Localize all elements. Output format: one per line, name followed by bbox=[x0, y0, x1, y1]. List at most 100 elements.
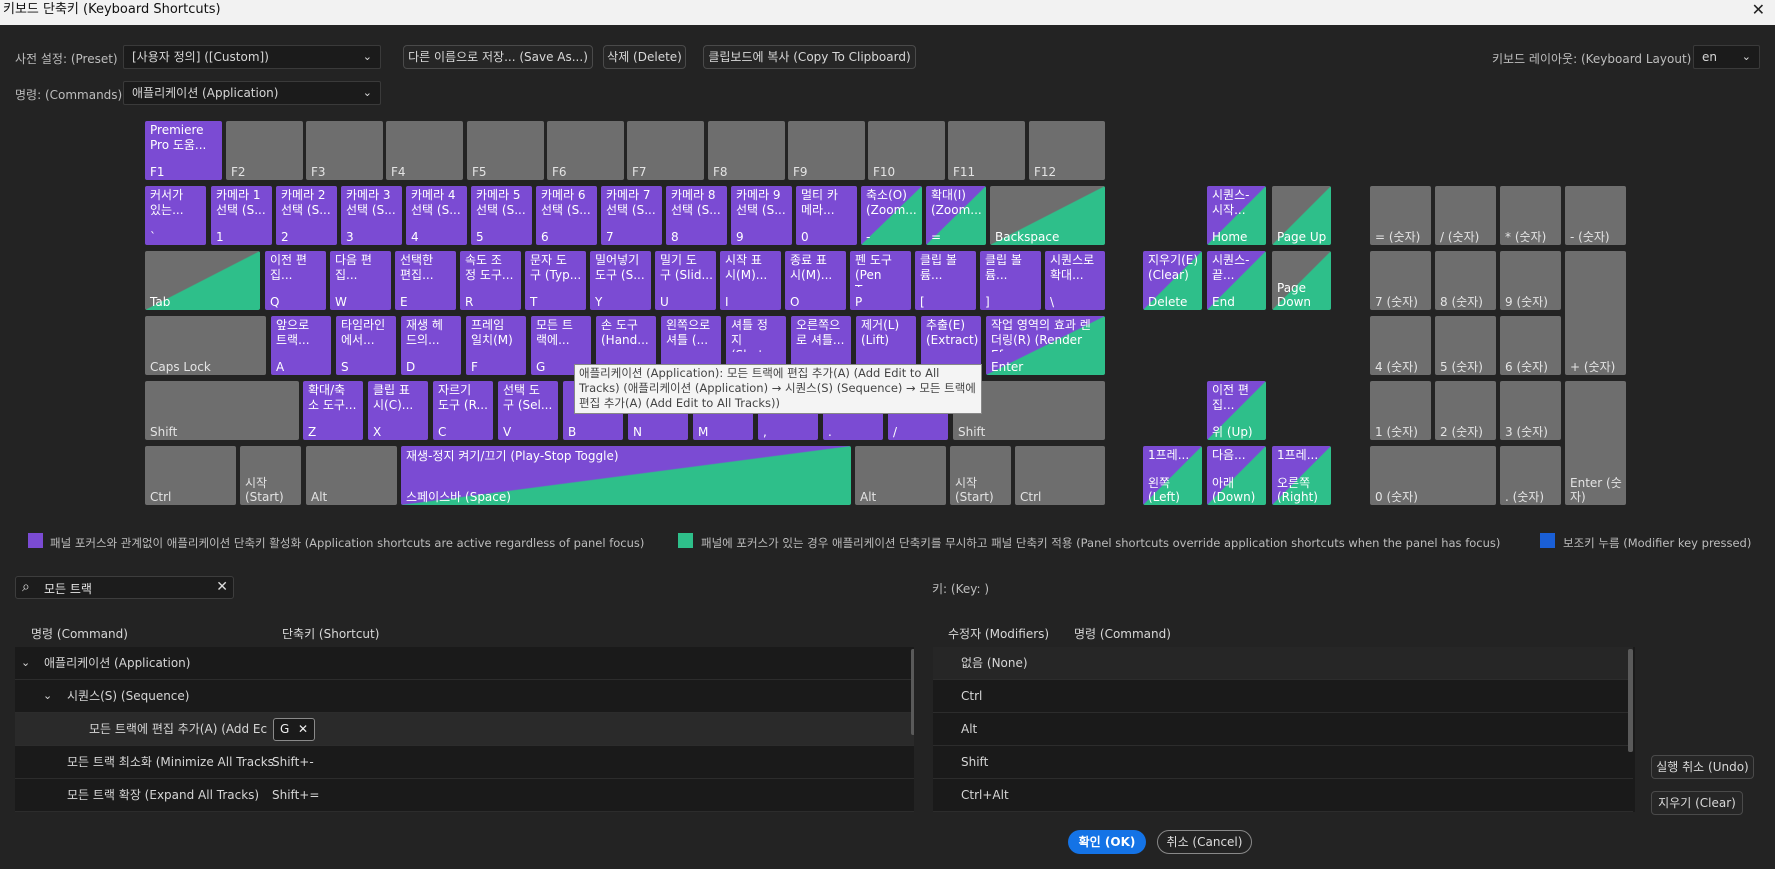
key-caps[interactable]: Caps Lock bbox=[145, 316, 266, 375]
modifier-row[interactable]: Ctrl+Alt bbox=[933, 779, 1633, 812]
key-k8[interactable]: 카메라 8 선택 (S... 8 bbox=[666, 186, 727, 245]
chevron-down-icon[interactable]: ⌄ bbox=[43, 680, 52, 712]
chevron-down-icon[interactable]: ⌄ bbox=[21, 647, 30, 679]
key-np2[interactable]: 2 (숫자) bbox=[1435, 381, 1496, 440]
table-row[interactable]: ⌄ 시퀀스(S) (Sequence) bbox=[15, 680, 914, 713]
search-input[interactable] bbox=[44, 579, 204, 597]
key-home[interactable]: 시퀀스- 시작... Home bbox=[1207, 186, 1266, 245]
key-np8[interactable]: 8 (숫자) bbox=[1435, 251, 1496, 310]
key-k7[interactable]: 카메라 7 선택 (S... 7 bbox=[601, 186, 662, 245]
modifier-row[interactable]: 없음 (None) bbox=[933, 647, 1633, 680]
key-k3[interactable]: 카메라 3 선택 (S... 3 bbox=[341, 186, 402, 245]
key-r[interactable]: 속도 조 정 도구... R bbox=[460, 251, 521, 310]
key-f8[interactable]: F8 bbox=[708, 121, 785, 180]
key-f7[interactable]: F7 bbox=[627, 121, 704, 180]
key-np5[interactable]: 5 (숫자) bbox=[1435, 316, 1496, 375]
key-grave[interactable]: 커서가 있는... ` bbox=[145, 186, 206, 245]
key-np1[interactable]: 1 (숫자) bbox=[1370, 381, 1431, 440]
key-f9[interactable]: F9 bbox=[788, 121, 865, 180]
key-k4[interactable]: 카메라 4 선택 (S... 4 bbox=[406, 186, 467, 245]
key-down[interactable]: 다음... 아래 (Down) bbox=[1207, 446, 1266, 505]
key-d[interactable]: 재생 헤 드의... D bbox=[401, 316, 461, 375]
key-np-div[interactable]: / (숫자) bbox=[1435, 186, 1496, 245]
key-f10[interactable]: F10 bbox=[868, 121, 945, 180]
key-f1[interactable]: Premiere Pro 도움... F1 bbox=[145, 121, 222, 180]
key-rctrl[interactable]: Ctrl bbox=[1015, 446, 1105, 505]
key-lstart[interactable]: 시작 (Start) bbox=[240, 446, 301, 505]
key-i[interactable]: 시작 표 시(M)... I bbox=[720, 251, 781, 310]
ok-button[interactable]: 확인 (OK) bbox=[1068, 830, 1146, 854]
key-backspace[interactable]: Backspace bbox=[990, 186, 1105, 245]
key-p[interactable]: 펜 도구 (Pen To... P bbox=[850, 251, 911, 310]
modifier-row[interactable]: Ctrl bbox=[933, 680, 1633, 713]
col-command-header[interactable]: 명령 (Command) bbox=[31, 625, 128, 642]
table-row[interactable]: 모든 트랙 확장 (Expand All Tracks) Shift+= bbox=[15, 779, 914, 812]
commands-select[interactable]: 애플리케이션 (Application) ⌄ bbox=[123, 81, 381, 105]
key-u[interactable]: 밀기 도 구 (Slid... U bbox=[655, 251, 716, 310]
key-f11[interactable]: F11 bbox=[948, 121, 1025, 180]
key-lbr[interactable]: 클립 볼 륨... [ bbox=[915, 251, 976, 310]
search-box[interactable]: ⌕ ✕ bbox=[15, 576, 234, 599]
remove-shortcut-icon[interactable]: ✕ bbox=[298, 719, 308, 740]
key-enter[interactable]: 작업 영역의 효과 렌 더링(R) (Render Ef... Enter bbox=[986, 316, 1105, 375]
key-np6[interactable]: 6 (숫자) bbox=[1500, 316, 1561, 375]
key-f5[interactable]: F5 bbox=[467, 121, 544, 180]
key-w[interactable]: 다음 편 집... W bbox=[330, 251, 391, 310]
key-k2[interactable]: 카메라 2 선택 (S... 2 bbox=[276, 186, 337, 245]
key-equal[interactable]: 확대(I) (Zoom... = bbox=[926, 186, 986, 245]
key-up[interactable]: 이전 편 집... 위 (Up) bbox=[1207, 381, 1266, 440]
save-as-button[interactable]: 다른 이름으로 저장... (Save As...) bbox=[403, 45, 593, 69]
key-lctrl[interactable]: Ctrl bbox=[145, 446, 236, 505]
col-shortcut-header[interactable]: 단축키 (Shortcut) bbox=[282, 625, 379, 642]
key-k0[interactable]: 멀티 카 메라... 0 bbox=[796, 186, 857, 245]
key-rbr[interactable]: 클립 볼 륨...] bbox=[980, 251, 1041, 310]
key-delete[interactable]: 지우기(E) (Clear) Delete bbox=[1143, 251, 1202, 310]
key-lshift[interactable]: Shift bbox=[145, 381, 299, 440]
layout-select[interactable]: en ⌄ bbox=[1693, 45, 1760, 69]
modifier-row[interactable]: Shift bbox=[933, 746, 1633, 779]
copy-clipboard-button[interactable]: 클립보드에 복사 (Copy To Clipboard) bbox=[703, 45, 916, 69]
key-f2[interactable]: F2 bbox=[226, 121, 303, 180]
key-o[interactable]: 종료 표 시(M)... O bbox=[785, 251, 846, 310]
table-row[interactable]: 모든 트랙 최소화 (Minimize All Tracks Shift+- bbox=[15, 746, 914, 779]
cancel-button[interactable]: 취소 (Cancel) bbox=[1157, 830, 1252, 854]
key-q[interactable]: 이전 편 집... Q bbox=[265, 251, 326, 310]
key-lalt[interactable]: Alt bbox=[306, 446, 397, 505]
modifier-row[interactable]: Alt bbox=[933, 713, 1633, 746]
key-f6[interactable]: F6 bbox=[547, 121, 624, 180]
key-np-mul[interactable]: * (숫자) bbox=[1500, 186, 1561, 245]
key-bslash[interactable]: 시퀀스로 확대... \ bbox=[1045, 251, 1105, 310]
key-end[interactable]: 시퀀스- 끝... End bbox=[1207, 251, 1266, 310]
key-f[interactable]: 프레임 일치(M) ... F bbox=[466, 316, 526, 375]
row-shortcut[interactable]: Shift+= bbox=[272, 779, 319, 811]
key-np-eq[interactable]: = (숫자) bbox=[1370, 186, 1431, 245]
key-pgdn[interactable]: Page Down bbox=[1272, 251, 1331, 310]
key-np0[interactable]: 0 (숫자) bbox=[1370, 446, 1496, 505]
preset-select[interactable]: [사용자 정의] ([Custom]) ⌄ bbox=[123, 45, 381, 69]
key-v[interactable]: 선택 도 구 (Sel... V bbox=[498, 381, 558, 440]
clear-button[interactable]: 지우기 (Clear) bbox=[1651, 791, 1743, 815]
key-a[interactable]: 앞으로 트랙... A bbox=[271, 316, 331, 375]
table-row[interactable]: ⌄ 애플리케이션 (Application) bbox=[15, 647, 914, 680]
key-space[interactable]: 재생-정지 켜기/끄기 (Play-Stop Toggle) 스페이스바 (Spa… bbox=[401, 446, 851, 505]
key-k1[interactable]: 카메라 1 선택 (S... 1 bbox=[211, 186, 272, 245]
table-row[interactable]: 모든 트랙에 편집 추가(A) (Add Ec G ✕ bbox=[15, 713, 914, 746]
row-shortcut[interactable]: Shift+- bbox=[272, 746, 314, 778]
delete-button[interactable]: 삭제 (Delete) bbox=[603, 45, 686, 69]
key-np-sub[interactable]: - (숫자) bbox=[1565, 186, 1626, 245]
key-t[interactable]: 문자 도 구 (Typ... T bbox=[525, 251, 586, 310]
key-np-enter[interactable]: Enter (숫 자) bbox=[1565, 381, 1626, 505]
key-k9[interactable]: 카메라 9 선택 (S... 9 bbox=[731, 186, 792, 245]
key-pgup[interactable]: Page Up bbox=[1272, 186, 1331, 245]
shortcut-chip[interactable]: G ✕ bbox=[273, 718, 315, 741]
key-np-add[interactable]: + (숫자) bbox=[1565, 251, 1626, 375]
key-tab[interactable]: Tab bbox=[145, 251, 260, 310]
key-y[interactable]: 밀어넣기 도구 (S... Y bbox=[590, 251, 651, 310]
key-ralt[interactable]: Alt bbox=[855, 446, 946, 505]
key-left[interactable]: 1프레... 왼쪽 (Left) bbox=[1143, 446, 1202, 505]
key-f4[interactable]: F4 bbox=[386, 121, 463, 180]
key-c[interactable]: 자르기 도구 (R... C bbox=[433, 381, 493, 440]
key-rstart[interactable]: 시작 (Start) bbox=[950, 446, 1011, 505]
key-z[interactable]: 확대/축 소 도구... Z bbox=[303, 381, 363, 440]
key-e[interactable]: 선택한 편집... E bbox=[395, 251, 456, 310]
